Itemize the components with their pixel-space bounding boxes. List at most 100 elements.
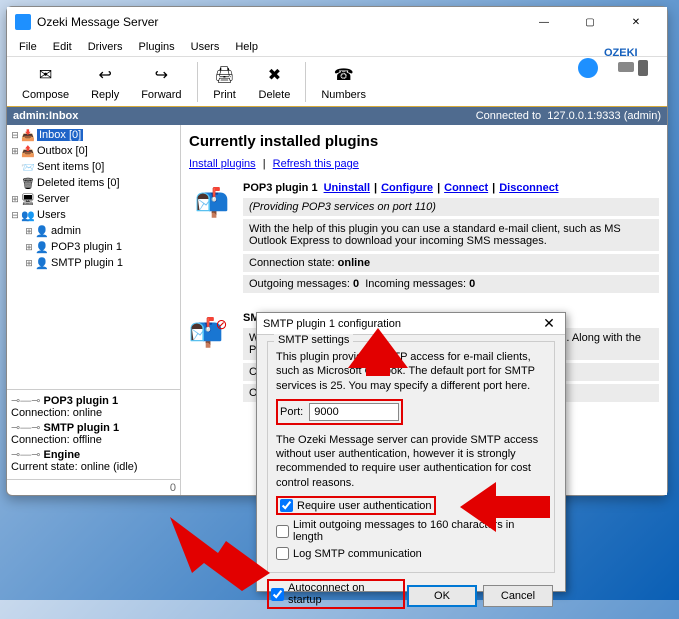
require-auth-label: Require user authentication [297, 500, 432, 512]
dialog-titlebar: SMTP plugin 1 configuration ✕ [257, 313, 565, 335]
plugin-desc: With the help of this plugin you can use… [243, 219, 659, 251]
menu-help[interactable]: Help [227, 39, 266, 55]
log-smtp-label: Log SMTP communication [293, 548, 422, 560]
tree-item[interactable]: ⊞🖥Server [9, 191, 178, 207]
tree-toggle-icon[interactable]: ⊟ [9, 210, 21, 221]
folder-icon: 📤 [21, 144, 35, 158]
menu-drivers[interactable]: Drivers [80, 39, 131, 55]
autoconnect-label: Autoconnect on startup [288, 582, 401, 606]
status-plugin-name: SMTP plugin 1 [44, 422, 120, 434]
folder-icon: 👥 [21, 208, 35, 222]
plugin-icon: 📬 [189, 182, 235, 222]
sidebar-counter: 0 [7, 479, 180, 495]
numbers-icon: ☎ [332, 63, 356, 87]
port-label: Port: [280, 406, 303, 418]
status-panel: ⊸—⊸ POP3 plugin 1Connection: online⊸—⊸ S… [7, 389, 180, 479]
tree-toggle-icon[interactable]: ⊟ [9, 130, 21, 141]
compose-icon: ✉ [34, 63, 58, 87]
tree-toggle-icon[interactable]: ⊞ [9, 194, 21, 205]
ok-button[interactable]: OK [407, 585, 477, 607]
maximize-button[interactable]: ▢ [567, 7, 613, 37]
tree-toggle-icon[interactable]: ⊞ [23, 258, 35, 269]
arrow-annotation-port [348, 328, 408, 418]
status-plugin-name: POP3 plugin 1 [44, 395, 119, 407]
status-plugin-line: Connection: online [11, 407, 102, 419]
app-icon [15, 14, 31, 30]
page-title: Currently installed plugins [189, 133, 659, 150]
plugin-connect-link[interactable]: Connect [444, 182, 488, 194]
log-smtp-checkbox[interactable] [276, 547, 289, 560]
tree-item[interactable]: ⊞👤SMTP plugin 1 [9, 255, 178, 271]
tree-item[interactable]: 📨Sent items [0] [9, 159, 178, 175]
folder-icon: 📨 [21, 160, 35, 174]
tree-item[interactable]: ⊞📤Outbox [0] [9, 143, 178, 159]
tree-toggle-icon[interactable]: ⊞ [23, 226, 35, 237]
tree-item[interactable]: 🗑Deleted items [0] [9, 175, 178, 191]
status-addr: 127.0.0.1:9333 (admin) [547, 110, 661, 122]
folder-icon: 👤 [35, 240, 49, 254]
statusbar: admin:Inbox Connected to 127.0.0.1:9333 … [7, 107, 667, 125]
svg-text:OZEKI: OZEKI [604, 47, 638, 59]
tree-item[interactable]: ⊟👥Users [9, 207, 178, 223]
plugin-stats: Outgoing messages: 0 Incoming messages: … [243, 275, 659, 293]
plugin-configure-link[interactable]: Configure [381, 182, 433, 194]
tree-item[interactable]: ⊟📥Inbox [0] [9, 127, 178, 143]
cancel-button[interactable]: Cancel [483, 585, 553, 607]
tool-print[interactable]: 🖨Print [202, 60, 248, 104]
menu-users[interactable]: Users [183, 39, 228, 55]
window-title: Ozeki Message Server [37, 15, 521, 29]
limit-msg-checkbox[interactable] [276, 525, 289, 538]
content-links: Install plugins | Refresh this page [189, 158, 659, 170]
status-left: admin:Inbox [13, 110, 476, 122]
autoconnect-checkbox[interactable] [271, 588, 284, 601]
require-auth-checkbox[interactable] [280, 499, 293, 512]
plugin-state: Connection state: online [243, 254, 659, 272]
refresh-page-link[interactable]: Refresh this page [273, 158, 359, 170]
tree-toggle-icon[interactable]: ⊞ [9, 146, 21, 157]
smtp-config-dialog: SMTP plugin 1 configuration ✕ SMTP setti… [256, 312, 566, 592]
titlebar: Ozeki Message Server — ▢ ✕ [7, 7, 667, 37]
tree-item[interactable]: ⊞👤POP3 plugin 1 [9, 239, 178, 255]
close-button[interactable]: ✕ [613, 7, 659, 37]
menu-edit[interactable]: Edit [45, 39, 80, 55]
arrow-annotation-auth [460, 482, 550, 532]
dialog-close-button[interactable]: ✕ [539, 315, 559, 332]
plugin-uninstall-link[interactable]: Uninstall [324, 182, 370, 194]
tool-delete[interactable]: ✖Delete [248, 60, 302, 104]
status-connected: Connected to [476, 110, 541, 122]
arrow-annotation-auto [170, 513, 270, 593]
sidebar: ⊟📥Inbox [0]⊞📤Outbox [0]📨Sent items [0]🗑D… [7, 125, 181, 495]
folder-icon: 📥 [21, 128, 35, 142]
tool-forward[interactable]: ↪Forward [130, 60, 192, 104]
status-plugin-line: Connection: offline [11, 434, 102, 446]
logo: OZEKI [563, 37, 663, 87]
plugin-icon: 📬⊘ [189, 312, 235, 352]
install-plugins-link[interactable]: Install plugins [189, 158, 256, 170]
tool-reply[interactable]: ↩Reply [80, 60, 130, 104]
menu-plugins[interactable]: Plugins [131, 39, 183, 55]
plugin-disconnect-link[interactable]: Disconnect [499, 182, 558, 194]
print-icon: 🖨 [213, 63, 237, 87]
delete-icon: ✖ [262, 63, 286, 87]
group-title: SMTP settings [274, 334, 353, 346]
folder-icon: 🗑 [21, 176, 35, 190]
plugin-name: POP3 plugin 1 [243, 182, 318, 194]
plugin-block: 📬POP3 plugin 1Uninstall|Configure|Connec… [189, 182, 659, 296]
smtp-settings-group: SMTP settings This plugin provides SMTP … [267, 341, 555, 573]
status-plugin-name: Engine [44, 449, 81, 461]
tree: ⊟📥Inbox [0]⊞📤Outbox [0]📨Sent items [0]🗑D… [7, 125, 180, 389]
plugin-info: (Providing POP3 services on port 110) [243, 198, 659, 216]
folder-icon: 🖥 [21, 192, 35, 206]
tool-numbers[interactable]: ☎Numbers [310, 60, 377, 104]
menu-file[interactable]: File [11, 39, 45, 55]
group-desc1: This plugin provides SMTP access for e-m… [276, 350, 546, 393]
folder-icon: 👤 [35, 224, 49, 238]
status-plugin-line: Current state: online (idle) [11, 461, 138, 473]
folder-icon: 👤 [35, 256, 49, 270]
reply-icon: ↩ [93, 63, 117, 87]
tree-item[interactable]: ⊞👤admin [9, 223, 178, 239]
minimize-button[interactable]: — [521, 7, 567, 37]
tree-toggle-icon[interactable]: ⊞ [23, 242, 35, 253]
forward-icon: ↪ [149, 63, 173, 87]
tool-compose[interactable]: ✉Compose [11, 60, 80, 104]
